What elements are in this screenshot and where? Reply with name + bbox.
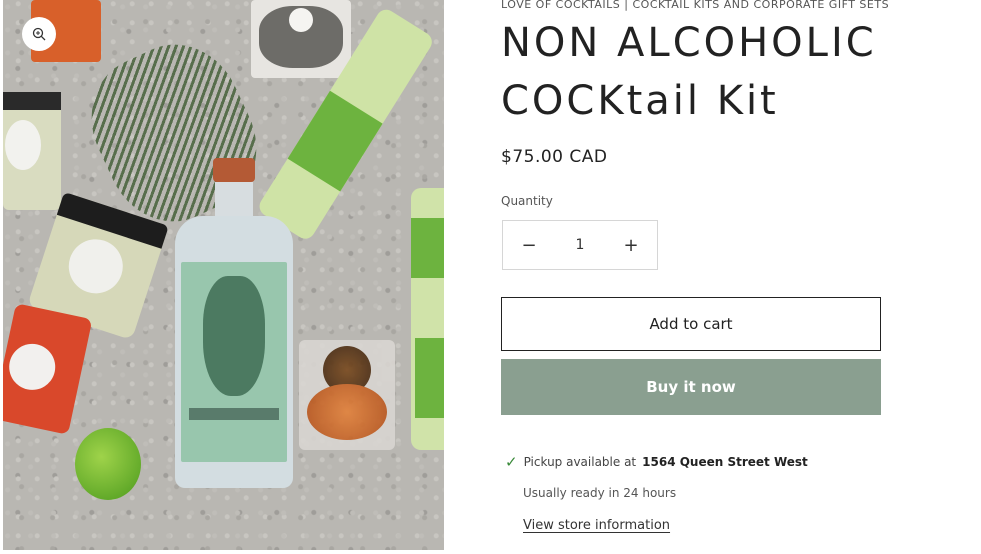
- tonic-bottle-right: [411, 188, 444, 450]
- spirit-bottle: [175, 158, 293, 488]
- checkmark-icon: ✓: [505, 453, 518, 471]
- product-title-line2: COCKtail Kit: [501, 78, 779, 124]
- product-title-line1: NON ALCOHOLIC: [501, 20, 877, 66]
- dried-citrus-pack: [299, 340, 395, 450]
- tea-packet: [251, 0, 351, 78]
- quantity-input[interactable]: 1: [576, 237, 585, 253]
- lime: [75, 428, 141, 500]
- view-store-information-link[interactable]: View store information: [523, 518, 670, 533]
- pickup-ready-time: Usually ready in 24 hours: [523, 486, 677, 500]
- pickup-availability: ✓ Pickup available at 1564 Queen Street …: [505, 453, 808, 471]
- zoom-button[interactable]: [22, 17, 56, 51]
- quantity-decrease-button[interactable]: −: [503, 221, 555, 269]
- quantity-stepper: − 1 +: [502, 220, 658, 270]
- product-vendor: LOVE OF COCKTAILS | COCKTAIL KITS AND CO…: [501, 0, 890, 11]
- quantity-increase-button[interactable]: +: [605, 221, 657, 269]
- product-image[interactable]: [3, 0, 444, 550]
- add-to-cart-button[interactable]: Add to cart: [501, 297, 881, 351]
- zoom-in-icon: [32, 27, 46, 41]
- bitters-jar: [3, 303, 93, 435]
- pickup-location: 1564 Queen Street West: [642, 455, 808, 469]
- quantity-label: Quantity: [501, 194, 553, 208]
- buy-now-button[interactable]: Buy it now: [501, 359, 881, 415]
- product-price: $75.00 CAD: [501, 147, 608, 167]
- syrup-jar: [3, 92, 61, 210]
- pickup-prefix: Pickup available at: [523, 455, 637, 469]
- product-title: NON ALCOHOLIC COCKtail Kit: [501, 14, 941, 130]
